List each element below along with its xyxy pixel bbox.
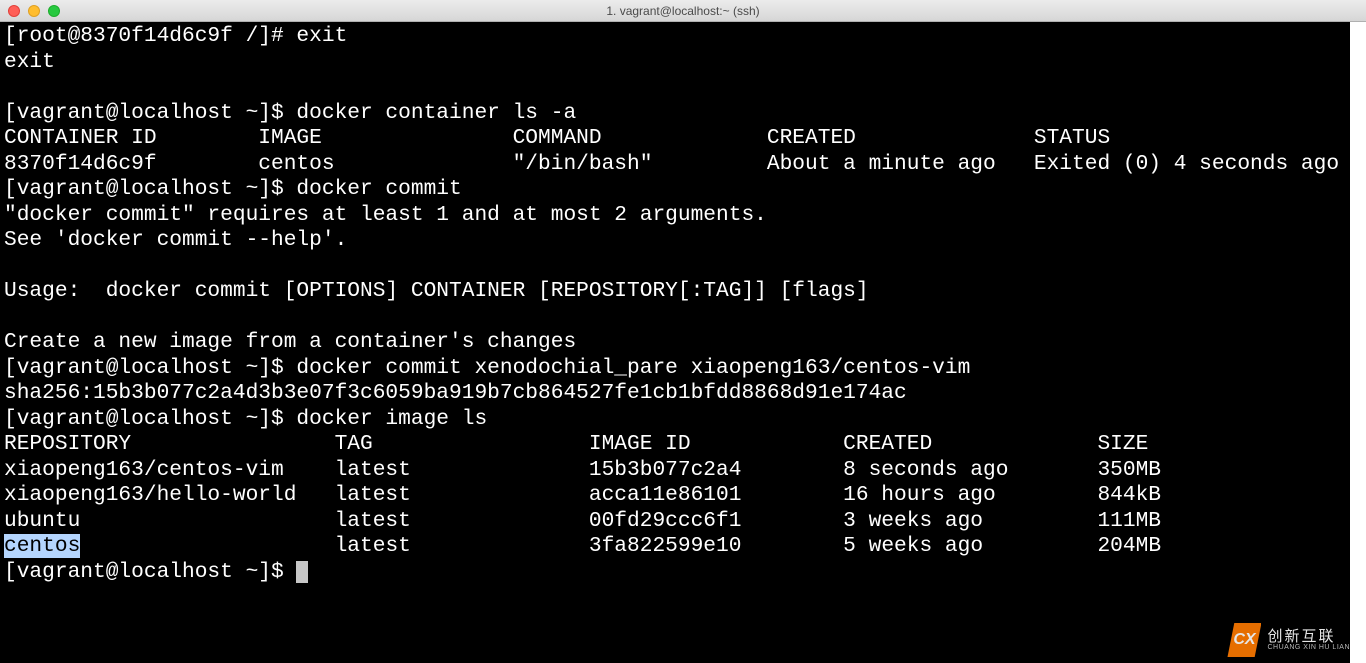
terminal-line: latest 3fa822599e10 5 weeks ago 204MB (80, 534, 1161, 558)
terminal-line: xiaopeng163/hello-world latest acca11e86… (4, 483, 1161, 507)
watermark: 创新互联 CHUANG XIN HU LIAN (1227, 623, 1350, 657)
terminal-line: sha256:15b3b077c2a4d3b3e07f3c6059ba919b7… (4, 381, 907, 405)
close-icon[interactable] (8, 5, 20, 17)
watermark-en: CHUANG XIN HU LIAN (1267, 644, 1350, 651)
minimize-icon[interactable] (28, 5, 40, 17)
terminal-line: exit (4, 50, 55, 74)
terminal-line: "docker commit" requires at least 1 and … (4, 203, 767, 227)
terminal-line: [root@8370f14d6c9f /]# exit (4, 24, 347, 48)
terminal-line: Create a new image from a container's ch… (4, 330, 576, 354)
terminal-line: [vagrant@localhost ~]$ docker commit xen… (4, 356, 970, 380)
terminal-line: CONTAINER ID IMAGE COMMAND CREATED STATU… (4, 126, 1366, 150)
maximize-icon[interactable] (48, 5, 60, 17)
terminal-line: See 'docker commit --help'. (4, 228, 347, 252)
cursor-icon (296, 561, 308, 583)
terminal-line: 8370f14d6c9f centos "/bin/bash" About a … (4, 152, 1366, 176)
watermark-logo-icon (1227, 623, 1261, 657)
terminal[interactable]: [root@8370f14d6c9f /]# exit exit [vagran… (0, 22, 1366, 663)
terminal-line: ubuntu latest 00fd29ccc6f1 3 weeks ago 1… (4, 509, 1161, 533)
terminal-line: [vagrant@localhost ~]$ docker container … (4, 101, 576, 125)
scrollbar-track[interactable] (1350, 22, 1366, 663)
terminal-line: [vagrant@localhost ~]$ docker image ls (4, 407, 487, 431)
window-title: 1. vagrant@localhost:~ (ssh) (606, 4, 759, 18)
terminal-line: REPOSITORY TAG IMAGE ID CREATED SIZE (4, 432, 1148, 456)
selected-text: centos (4, 534, 80, 558)
watermark-cn: 创新互联 (1267, 629, 1350, 644)
terminal-prompt: [vagrant@localhost ~]$ (4, 560, 296, 584)
terminal-line: Usage: docker commit [OPTIONS] CONTAINER… (4, 279, 869, 303)
titlebar: 1. vagrant@localhost:~ (ssh) (0, 0, 1366, 22)
terminal-line: [vagrant@localhost ~]$ docker commit (4, 177, 462, 201)
traffic-lights (8, 5, 60, 17)
terminal-line: xiaopeng163/centos-vim latest 15b3b077c2… (4, 458, 1161, 482)
